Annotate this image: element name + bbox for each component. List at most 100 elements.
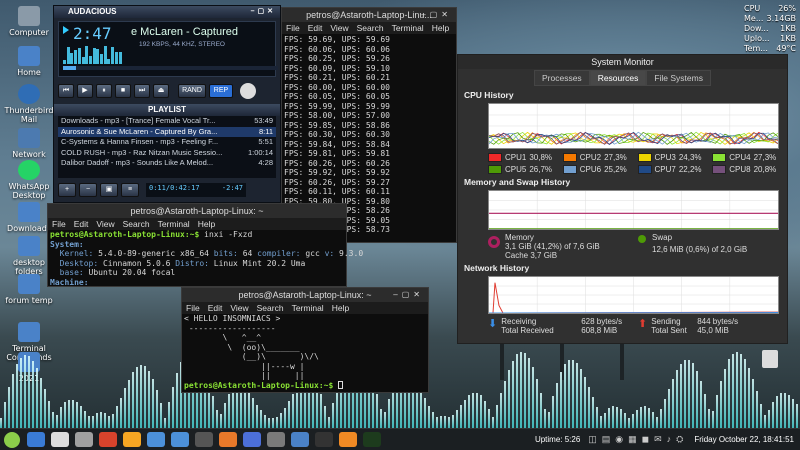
shuffle-button[interactable]: RAND [178,84,206,98]
visualizer-bar [288,401,290,428]
stop-button[interactable]: ■ [115,84,131,98]
tab-resources[interactable]: Resources [589,70,647,86]
taskbar-app-icon[interactable] [51,432,69,447]
cpu-color-swatch[interactable] [712,165,727,174]
seek-bar[interactable] [63,66,278,70]
menu-edit[interactable]: Edit [308,23,323,33]
playlist-item[interactable]: Dalibor Dadoff - mp3 - Sounds Like A Mel… [58,158,276,169]
taskbar-app-icon[interactable] [195,432,213,447]
taskbar-app-icon[interactable] [75,432,93,447]
visualizer-bar [268,417,270,428]
visualizer-bar [76,402,78,428]
window-controls[interactable]: –▢✕ [251,6,276,18]
menu-help[interactable]: Help [332,303,349,313]
output-line: FPS: 60.05, UPS: 60.05 [284,92,390,101]
desktop-icon-thunderbird[interactable]: Thunderbird Mail [4,84,54,124]
menu-terminal[interactable]: Terminal [392,23,424,33]
menu-button-icon[interactable] [4,431,20,448]
menu-search[interactable]: Search [257,303,284,313]
taskbar-app-icon[interactable] [243,432,261,447]
visualizer-bar [120,397,122,428]
menu-view[interactable]: View [96,219,114,229]
taskbar-app-icon[interactable] [339,432,357,447]
cpu-color-swatch[interactable] [712,153,727,162]
visualizer-bar [20,357,22,428]
inxi-terminal-window[interactable]: petros@Astaroth-Laptop-Linux: ~ File Edit… [47,203,363,287]
repeat-button[interactable]: REP [209,84,233,98]
next-button[interactable]: ⏭ [134,84,150,98]
cpu-color-swatch[interactable] [562,165,577,174]
taskbar-app-icon[interactable] [363,432,381,447]
tab-file-systems[interactable]: File Systems [646,70,711,86]
visualizer-bar [604,413,606,428]
taskbar-app-icon[interactable] [27,432,45,447]
playlist-misc-button[interactable]: ≡ [121,183,139,197]
player-display: 2:47 e McLaren - Captured 192 KBPS, 44 K… [58,21,278,77]
output-line: FPS: 59.85, UPS: 58.86 [284,120,390,130]
output-line: FPS: 60.30, UPS: 60.30 [284,130,390,139]
window-controls[interactable]: –▢✕ [393,288,424,302]
visualizer-bar [600,416,602,428]
command: inxi -Fxzd [199,230,253,239]
tab-processes[interactable]: Processes [534,70,590,86]
cpu-legend-item: CPU5 26,7% [488,165,563,174]
cpu-color-swatch[interactable] [562,153,577,162]
taskbar-app-icon[interactable] [123,432,141,447]
visualizer-bar [648,407,650,428]
menu-help[interactable]: Help [198,219,215,229]
taskbar-app-icon[interactable] [171,432,189,447]
cpu-color-swatch[interactable] [637,165,652,174]
menu-edit[interactable]: Edit [74,219,89,229]
cpu-color-swatch[interactable] [488,153,502,162]
menu-file[interactable]: File [186,303,200,313]
play-button[interactable]: ▶ [77,84,93,98]
visualizer-bar [108,416,110,428]
playlist-item[interactable]: Downloads - mp3 - [Trance] Female Vocal … [58,116,276,127]
menu-search[interactable]: Search [123,219,150,229]
desktop-icon-computer[interactable]: Computer [4,6,54,37]
playlist-remove-button[interactable]: − [79,183,97,197]
playlist-add-button[interactable]: + [58,183,76,197]
trash-icon[interactable] [762,350,778,368]
menu-terminal[interactable]: Terminal [292,303,324,313]
visualizer-bar [44,389,46,428]
menu-search[interactable]: Search [357,23,384,33]
clock[interactable]: Friday October 22, 18:41:51 [694,435,794,444]
menu-view[interactable]: View [330,23,348,33]
output-line: FPS: 60.00, UPS: 60.00 [284,82,390,92]
menu-file[interactable]: File [286,23,300,33]
cpu-color-swatch[interactable] [488,165,502,174]
menu-terminal[interactable]: Terminal [158,219,190,229]
playlist-select-button[interactable]: ▣ [100,183,118,197]
taskbar-app-icon[interactable] [219,432,237,447]
taskbar-app-icon[interactable] [291,432,309,447]
visualizer-bar [104,412,106,428]
taskbar-app-icon[interactable] [99,432,117,447]
taskbar-app-icon[interactable] [315,432,333,447]
playlist-item[interactable]: COLD RUSH - mp3 - Raz Nitzan Music Sessi… [58,148,276,159]
previous-button[interactable]: ⏮ [58,84,74,98]
desktop-icon-network[interactable]: Network [4,128,54,159]
pause-button[interactable]: ⏸ [96,84,112,98]
desktop-icon-home[interactable]: Home [4,46,54,77]
menu-help[interactable]: Help [432,23,449,33]
playlist-item[interactable]: Aurosonic & Sue McLaren - Captured By Gr… [58,126,276,137]
system-monitor-window[interactable]: System Monitor Processes Resources File … [457,54,788,344]
window-controls[interactable]: –▢✕ [421,8,452,22]
menu-view[interactable]: View [230,303,248,313]
taskbar-app-icon[interactable] [267,432,285,447]
cpu-color-swatch[interactable] [637,153,652,162]
desktop-icon-whatsapp[interactable]: WhatsApp Desktop [4,160,54,200]
system-tray-icons[interactable]: ◫▤◉▦◼✉♪⛭ [588,434,688,445]
playlist-item[interactable]: C-Systems & Hanna Finsen - mp3 - Feeling… [58,137,276,148]
menu-edit[interactable]: Edit [208,303,223,313]
cowsay-terminal-window[interactable]: petros@Astaroth-Laptop-Linux: ~ –▢✕ File E… [181,287,429,393]
taskbar-app-icon[interactable] [147,432,165,447]
eject-button[interactable]: ⏏ [153,84,169,98]
visualizer-bar [740,353,742,428]
audacious-player[interactable]: AUDACIOUS –▢✕ 2:47 e McLaren - Captured 1… [53,5,281,203]
visualizer-bar [504,380,506,428]
menu-file[interactable]: File [52,219,66,229]
visualizer-bar [548,411,550,428]
visualizer-bar [40,378,42,428]
